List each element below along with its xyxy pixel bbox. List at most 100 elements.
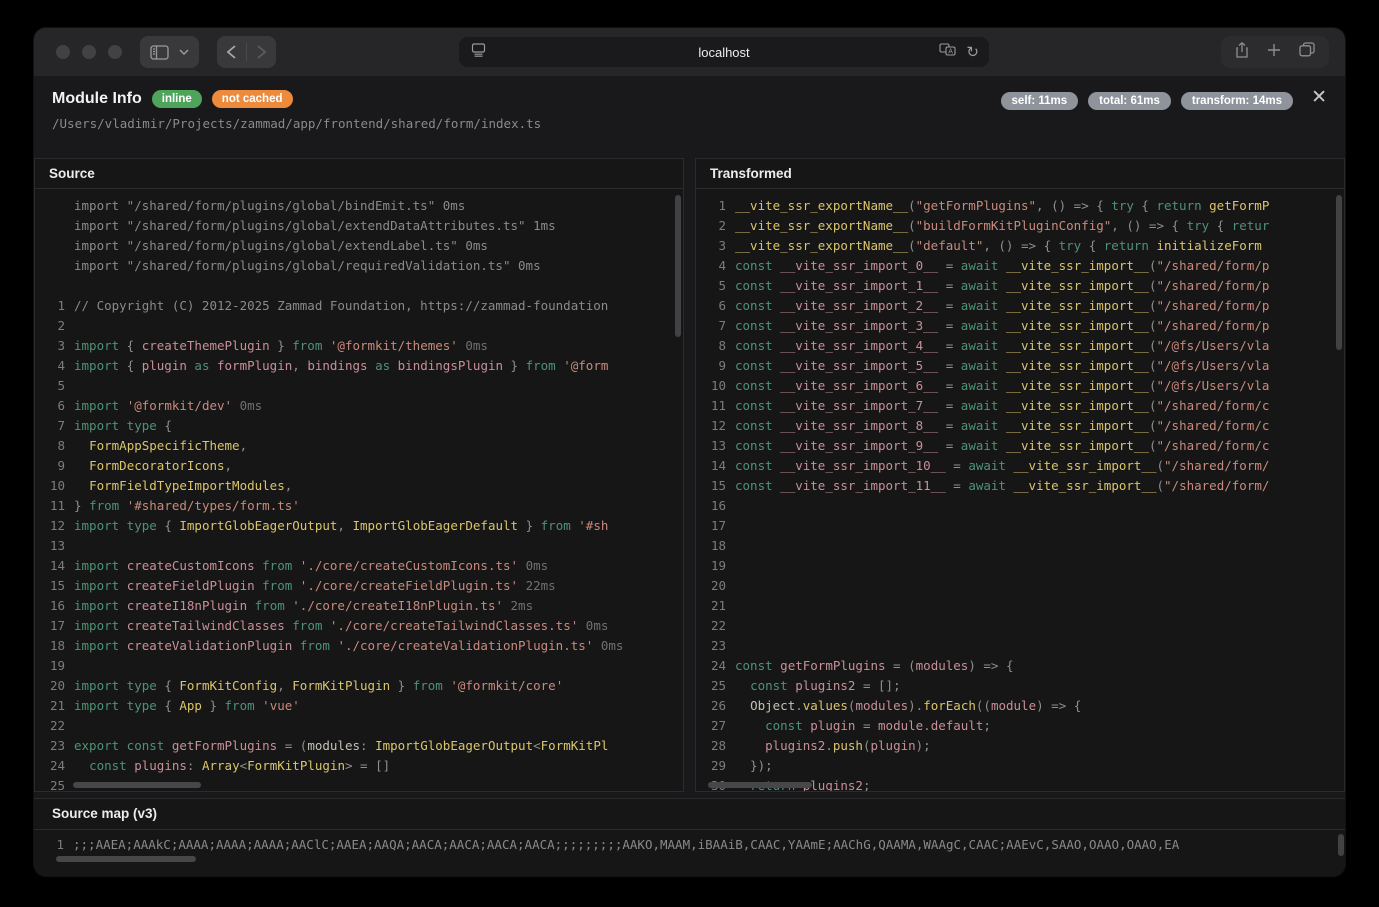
token: ( xyxy=(908,196,916,216)
token xyxy=(127,756,135,776)
code-line: 6import '@formkit/dev' 0ms xyxy=(35,396,683,416)
token: as xyxy=(187,356,217,376)
reader-icon[interactable] xyxy=(471,43,486,62)
zoom-window-button[interactable] xyxy=(108,45,122,59)
token: const xyxy=(735,256,773,276)
token: __vite_ssr_import_6__ xyxy=(780,376,938,396)
token xyxy=(247,596,255,616)
line-number: 10 xyxy=(696,376,735,396)
new-tab-icon[interactable] xyxy=(1267,43,1281,62)
close-icon[interactable]: ✕ xyxy=(1311,88,1327,107)
token: ;;;AAEA;AAAkC;AAAA;AAAA;AAAA;AAClC;AAEA;… xyxy=(73,835,1179,855)
sidebar-icon[interactable] xyxy=(150,45,169,60)
address-bar[interactable]: localhost A ↻ xyxy=(459,37,989,67)
token xyxy=(735,696,750,716)
line-number: 15 xyxy=(35,576,74,596)
token xyxy=(119,396,127,416)
code-line: 21import type { App } from 'vue' xyxy=(35,696,683,716)
sidebar-toggle-group[interactable] xyxy=(140,36,199,68)
token: import xyxy=(74,396,119,416)
reload-icon[interactable]: ↻ xyxy=(966,45,979,60)
token: bindings xyxy=(307,356,367,376)
back-button[interactable] xyxy=(227,45,236,59)
inline-badge: inline xyxy=(152,90,202,108)
translate-icon[interactable]: A xyxy=(939,43,956,61)
code-line: 8 FormAppSpecificTheme, xyxy=(35,436,683,456)
minimize-window-button[interactable] xyxy=(82,45,96,59)
sourcemap-horizontal-scrollbar[interactable] xyxy=(56,856,196,862)
token: , xyxy=(337,516,352,536)
token: import xyxy=(74,516,119,536)
token: ( xyxy=(1149,316,1157,336)
nav-buttons xyxy=(217,36,276,68)
token xyxy=(119,636,127,656)
token: createFieldPlugin xyxy=(127,576,255,596)
source-horizontal-scrollbar[interactable] xyxy=(73,782,201,788)
token: const xyxy=(735,476,773,496)
forward-button[interactable] xyxy=(257,45,266,59)
token: "/shared/form/p xyxy=(1157,316,1270,336)
token: __vite_ssr_import__ xyxy=(1006,316,1149,336)
line-number: 7 xyxy=(696,316,735,336)
token: './core/createTailwindClasses.ts' xyxy=(330,616,578,636)
source-pane: Source import "/shared/form/plugins/glob… xyxy=(34,158,684,792)
line-number: 18 xyxy=(35,636,74,656)
token: { xyxy=(119,356,142,376)
token: createThemePlugin xyxy=(142,336,270,356)
token: = xyxy=(855,716,878,736)
line-number: 14 xyxy=(35,556,74,576)
code-line: 23 xyxy=(696,636,1344,656)
token: { xyxy=(157,676,180,696)
line-number: 21 xyxy=(35,696,74,716)
token: "/shared/form/ xyxy=(1164,476,1269,496)
token xyxy=(119,616,127,636)
code-line: 4const __vite_ssr_import_0__ = await __v… xyxy=(696,256,1344,276)
line-number: 25 xyxy=(696,676,735,696)
window-controls[interactable] xyxy=(56,45,122,59)
token: const xyxy=(735,436,773,456)
token: from xyxy=(292,616,322,636)
token: const xyxy=(735,656,773,676)
token: } xyxy=(270,336,293,356)
transformed-horizontal-scrollbar[interactable] xyxy=(708,782,812,788)
token: const xyxy=(735,376,773,396)
token: Array xyxy=(202,756,240,776)
token: __vite_ssr_import__ xyxy=(1014,456,1157,476)
sourcemap-vertical-scrollbar[interactable] xyxy=(1338,834,1344,856)
token xyxy=(998,276,1006,296)
token xyxy=(119,556,127,576)
token xyxy=(773,276,781,296)
transformed-code[interactable]: 1__vite_ssr_exportName__("getFormPlugins… xyxy=(696,189,1344,791)
token: import xyxy=(74,416,119,436)
code-line: 13const __vite_ssr_import_9__ = await __… xyxy=(696,436,1344,456)
transformed-vertical-scrollbar[interactable] xyxy=(1336,195,1342,350)
page-title: Module Info xyxy=(52,90,142,108)
token: type xyxy=(119,696,157,716)
token: try xyxy=(1111,196,1134,216)
share-icon[interactable] xyxy=(1235,42,1249,63)
source-code[interactable]: import "/shared/form/plugins/global/bind… xyxy=(35,189,683,791)
close-window-button[interactable] xyxy=(56,45,70,59)
code-line: 18import createValidationPlugin from './… xyxy=(35,636,683,656)
line-number: 1 xyxy=(34,835,73,855)
token xyxy=(255,696,263,716)
token: , xyxy=(225,456,233,476)
line-number: 8 xyxy=(696,336,735,356)
sourcemap-code[interactable]: 1;;;AAEA;AAAkC;AAAA;AAAA;AAAA;AAClC;AAEA… xyxy=(34,830,1345,855)
line-number: 25 xyxy=(35,776,74,791)
token: ) => { xyxy=(1036,696,1081,716)
code-line: 7const __vite_ssr_import_3__ = await __v… xyxy=(696,316,1344,336)
token: retur xyxy=(1232,216,1270,236)
token: } xyxy=(503,356,526,376)
token: ( xyxy=(908,216,916,236)
token: "/@fs/Users/vla xyxy=(1157,356,1270,376)
token: 0ms xyxy=(232,396,262,416)
line-number: 14 xyxy=(696,456,735,476)
url-text[interactable]: localhost xyxy=(459,45,989,60)
tab-overview-icon[interactable] xyxy=(1299,42,1315,62)
token: = xyxy=(946,456,969,476)
chevron-down-icon[interactable] xyxy=(179,49,189,55)
nav-divider xyxy=(246,43,247,61)
token xyxy=(773,336,781,356)
source-vertical-scrollbar[interactable] xyxy=(675,195,681,337)
